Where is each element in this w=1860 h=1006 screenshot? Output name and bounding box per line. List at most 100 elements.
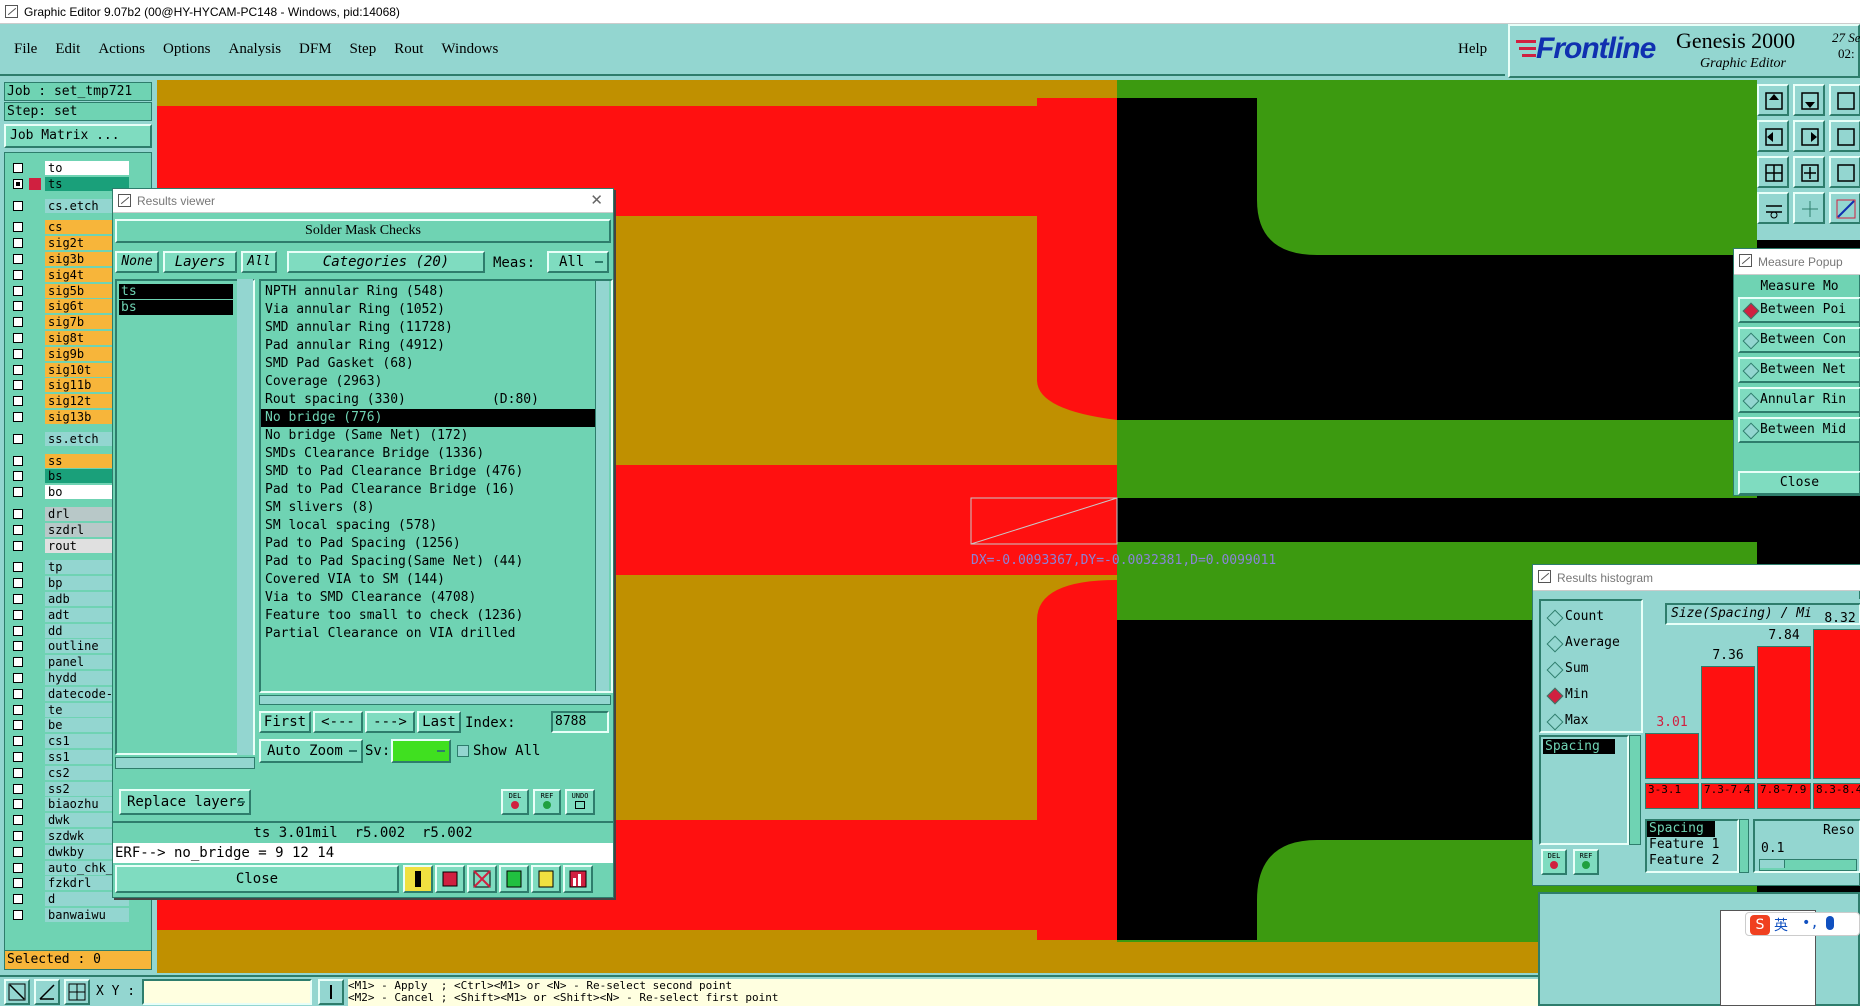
layer-checkbox[interactable] (13, 657, 23, 668)
menu-rout[interactable]: Rout (394, 41, 423, 58)
categories-list[interactable]: NPTH annular Ring (548) Via annular Ring … (259, 279, 613, 693)
tool-cross-icon[interactable] (467, 865, 497, 893)
stat-option[interactable]: Average (1543, 633, 1639, 653)
layer-checkbox[interactable] (13, 783, 23, 794)
menu-actions[interactable]: Actions (98, 41, 145, 58)
histogram-detail-line[interactable]: Spacing (1647, 821, 1715, 837)
tool-grid[interactable] (1793, 192, 1825, 224)
close-icon[interactable]: ✕ (590, 189, 603, 213)
tool-zoom-in[interactable] (1757, 156, 1789, 188)
show-all-checkbox[interactable] (457, 745, 469, 757)
histogram-bar[interactable] (1645, 733, 1699, 779)
sv-color-dropdown[interactable] (391, 739, 451, 763)
category-item[interactable]: Pad to Pad Spacing (1256) (261, 535, 597, 553)
tool-report-icon[interactable] (531, 865, 561, 893)
layer-checkbox[interactable] (13, 364, 23, 375)
layer-checkbox[interactable] (13, 163, 23, 173)
tool-pan-right[interactable] (1793, 120, 1825, 152)
menu-help[interactable]: Help (1458, 41, 1487, 58)
layer-checkbox[interactable] (13, 562, 23, 573)
tool-fit-top[interactable] (1757, 84, 1789, 116)
measure-close-button[interactable]: Close (1738, 471, 1860, 495)
resolution-slider[interactable] (1759, 859, 1857, 871)
menu-options[interactable]: Options (163, 41, 211, 58)
categories-button[interactable]: Categories (20) (287, 251, 485, 273)
layer-row-to[interactable]: to (11, 161, 129, 175)
layer-checkbox[interactable] (13, 455, 23, 466)
layer-checkbox[interactable] (13, 254, 23, 264)
ref-button[interactable]: REF (533, 789, 561, 815)
layer-checkbox[interactable] (13, 641, 23, 652)
histogram-list-item[interactable]: Spacing (1543, 739, 1615, 754)
category-item[interactable]: SMD annular Ring (11728) (261, 319, 597, 337)
layer-checkbox[interactable] (13, 200, 23, 211)
status-draw-icon[interactable] (4, 979, 30, 1005)
xy-input[interactable] (142, 979, 312, 1005)
layer-row-banwaiwu[interactable]: banwaiwu (11, 908, 129, 922)
layer-checkbox[interactable] (13, 846, 23, 857)
layer-checkbox[interactable] (13, 301, 23, 312)
category-item[interactable]: Covered VIA to SM (144) (261, 571, 597, 589)
tool-home[interactable] (1829, 84, 1860, 116)
layer-checkbox[interactable] (13, 222, 23, 233)
tool-zoom-out[interactable] (1793, 156, 1825, 188)
category-item[interactable]: Pad to Pad Spacing(Same Net) (44) (261, 553, 597, 571)
layers-button[interactable]: Layers (163, 251, 237, 273)
ime-punct-icon[interactable]: •, (1802, 915, 1819, 931)
tool-highlight-icon[interactable] (403, 865, 433, 893)
layer-checkbox[interactable] (13, 720, 23, 731)
category-item[interactable]: Rout spacing (330) (D:80) (261, 391, 597, 409)
category-item[interactable]: Via annular Ring (1052) (261, 301, 597, 319)
layer-list-scrollbar[interactable] (237, 279, 253, 755)
layer-list-hscroll[interactable] (115, 757, 255, 769)
layer-checkbox[interactable] (13, 285, 23, 296)
layer-checkbox[interactable] (13, 269, 23, 280)
category-item[interactable]: SMD to Pad Clearance Bridge (476) (261, 463, 597, 481)
layer-checkbox[interactable] (13, 238, 23, 249)
layer-checkbox[interactable] (13, 910, 23, 920)
tool-zoom-step[interactable] (1829, 156, 1860, 188)
menu-file[interactable]: File (14, 41, 37, 58)
none-button[interactable]: None (115, 251, 159, 273)
histogram-bar[interactable] (1813, 629, 1860, 779)
status-grid-icon[interactable] (64, 979, 90, 1005)
layer-checkbox[interactable] (13, 878, 23, 889)
category-item[interactable]: Coverage (2963) (261, 373, 597, 391)
tool-green-icon[interactable] (499, 865, 529, 893)
layer-checkbox[interactable] (13, 396, 23, 407)
layer-name[interactable]: to (45, 161, 129, 175)
stat-option[interactable]: Min (1543, 685, 1639, 705)
ime-lang[interactable]: 英 (1774, 915, 1788, 935)
status-cursor-icon[interactable] (318, 979, 344, 1005)
stat-option[interactable]: Max (1543, 711, 1639, 731)
layer-checkbox[interactable] (13, 348, 23, 359)
layer-checkbox[interactable] (13, 380, 23, 391)
layer-checkbox[interactable] (13, 688, 23, 699)
layer-checkbox[interactable] (13, 894, 23, 905)
layer-checkbox[interactable] (13, 767, 23, 778)
next-button[interactable]: ---> (365, 711, 415, 733)
layer-checkbox[interactable] (13, 433, 23, 444)
stat-option[interactable]: Count (1543, 607, 1639, 627)
layer-checkbox[interactable] (13, 471, 23, 482)
layer-checkbox[interactable] (13, 333, 23, 343)
histogram-detail-line[interactable]: Feature 1 (1647, 837, 1737, 853)
layer-checkbox[interactable] (13, 625, 23, 636)
layer-checkbox[interactable] (13, 487, 23, 498)
results-close-button[interactable]: Close (115, 865, 399, 893)
layer-checkbox[interactable] (13, 524, 23, 535)
layer-checkbox[interactable] (13, 752, 23, 762)
menu-dfm[interactable]: DFM (299, 41, 332, 58)
undo-button[interactable]: UNDO (565, 789, 595, 815)
category-item[interactable]: Partial Clearance on VIA drilled (261, 625, 597, 643)
layer-checkbox[interactable] (13, 578, 23, 589)
stat-option[interactable]: Sum (1543, 659, 1639, 679)
menu-windows[interactable]: Windows (441, 41, 498, 58)
category-item[interactable]: SMD Pad Gasket (68) (261, 355, 597, 373)
auto-zoom-dropdown[interactable]: Auto Zoom (259, 739, 363, 763)
layer-checkbox[interactable] (13, 317, 23, 328)
categories-hscroll[interactable] (259, 695, 611, 705)
category-item[interactable]: No bridge (776) (261, 409, 597, 427)
tool-print-icon[interactable] (435, 865, 465, 893)
histogram-del-button[interactable]: DEL (1541, 849, 1567, 875)
